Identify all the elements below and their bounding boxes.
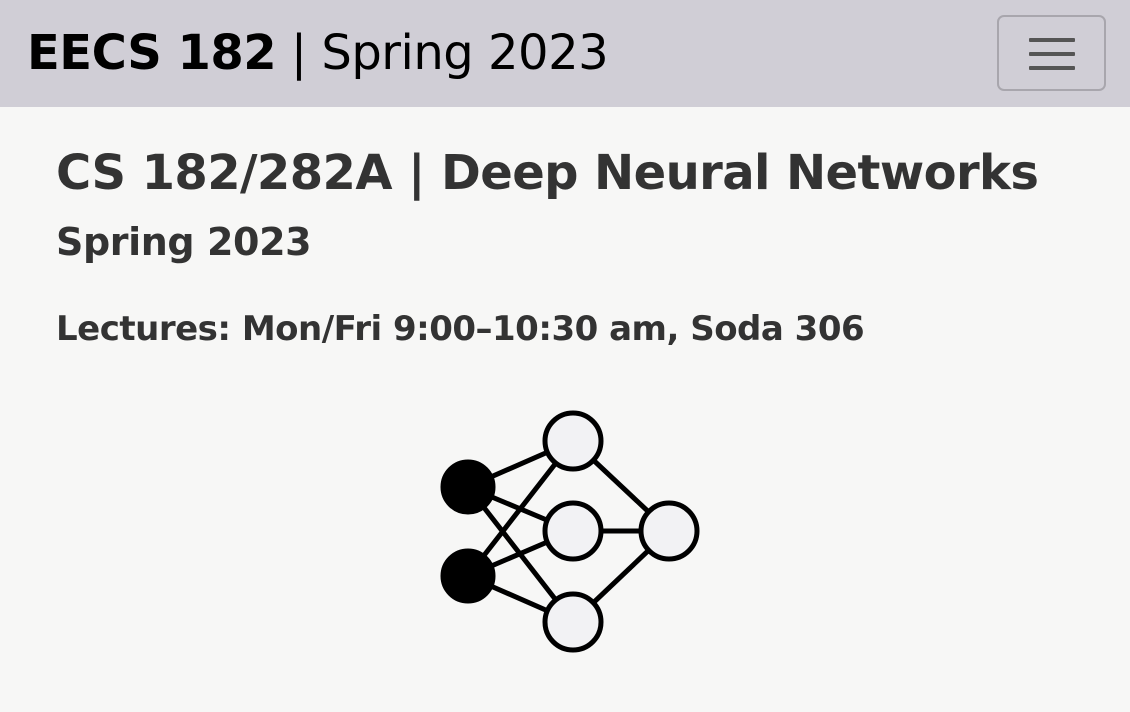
- page-title: CS 182/282A | Deep Neural Networks: [56, 145, 1039, 201]
- page-subtitle: Spring 2023: [56, 220, 312, 264]
- brand-term: Spring 2023: [321, 25, 609, 81]
- navbar-brand[interactable]: EECS 182 | Spring 2023: [27, 22, 609, 84]
- lecture-info: Lectures: Mon/Fri 9:00–10:30 am, Soda 30…: [56, 309, 865, 349]
- navbar: EECS 182 | Spring 2023: [0, 0, 1130, 107]
- hamburger-menu-icon: [1029, 38, 1075, 70]
- navbar-toggle-button[interactable]: [997, 15, 1106, 91]
- brand-separator: |: [276, 25, 322, 81]
- brand-course: EECS 182: [27, 25, 277, 81]
- neural-network-icon: [440, 410, 700, 653]
